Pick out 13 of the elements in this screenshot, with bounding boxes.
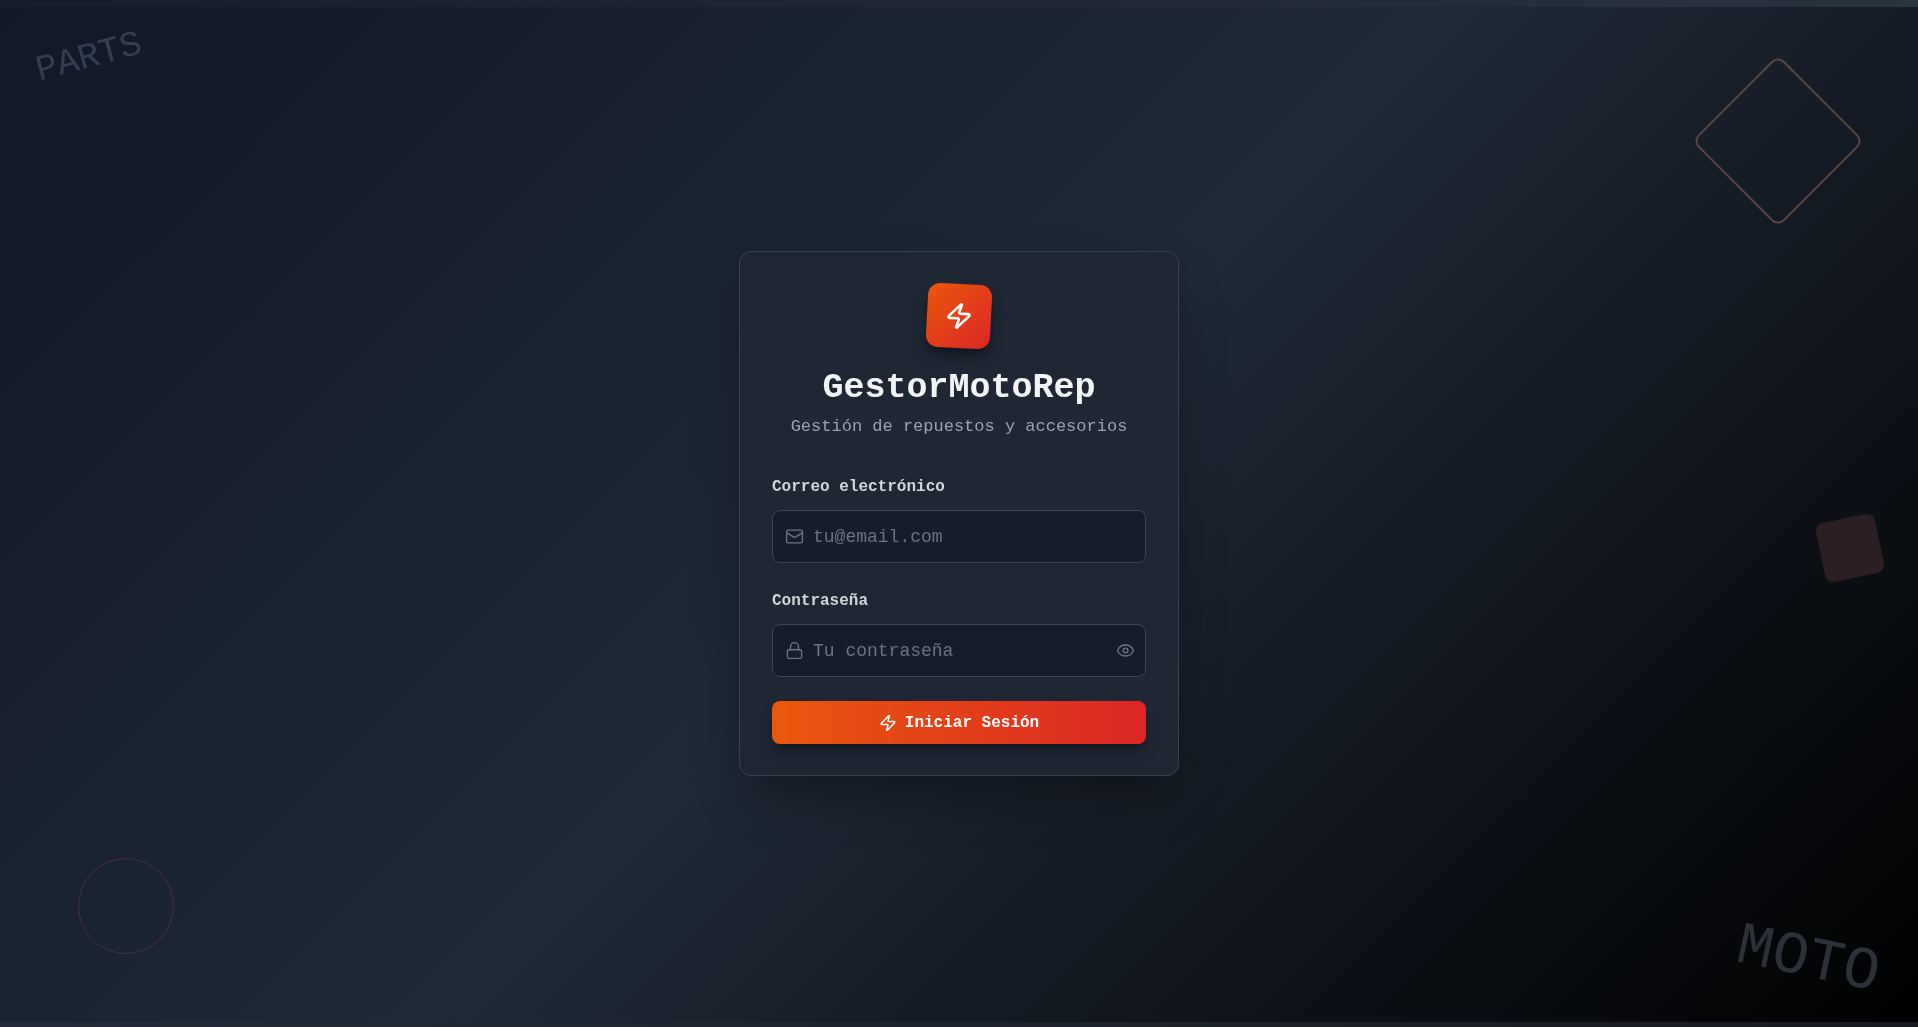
show-password-button[interactable] <box>1116 641 1135 660</box>
app-tagline: Gestión de repuestos y accesorios <box>789 416 1129 438</box>
field-label: Correo electrónico <box>772 477 946 498</box>
eye-icon <box>1116 641 1135 660</box>
bolt-logo-icon <box>925 282 993 350</box>
field-label: Contraseña <box>772 591 869 612</box>
email-field[interactable]: tu@email.com <box>772 510 1146 563</box>
mail-icon <box>785 527 804 546</box>
password-field[interactable]: Tu contraseña <box>772 624 1146 677</box>
app-title: GestorMotoRep <box>821 368 1097 408</box>
lock-icon <box>785 641 804 660</box>
bolt-icon <box>878 713 897 732</box>
login-button[interactable]: Iniciar Sesión <box>772 701 1146 744</box>
